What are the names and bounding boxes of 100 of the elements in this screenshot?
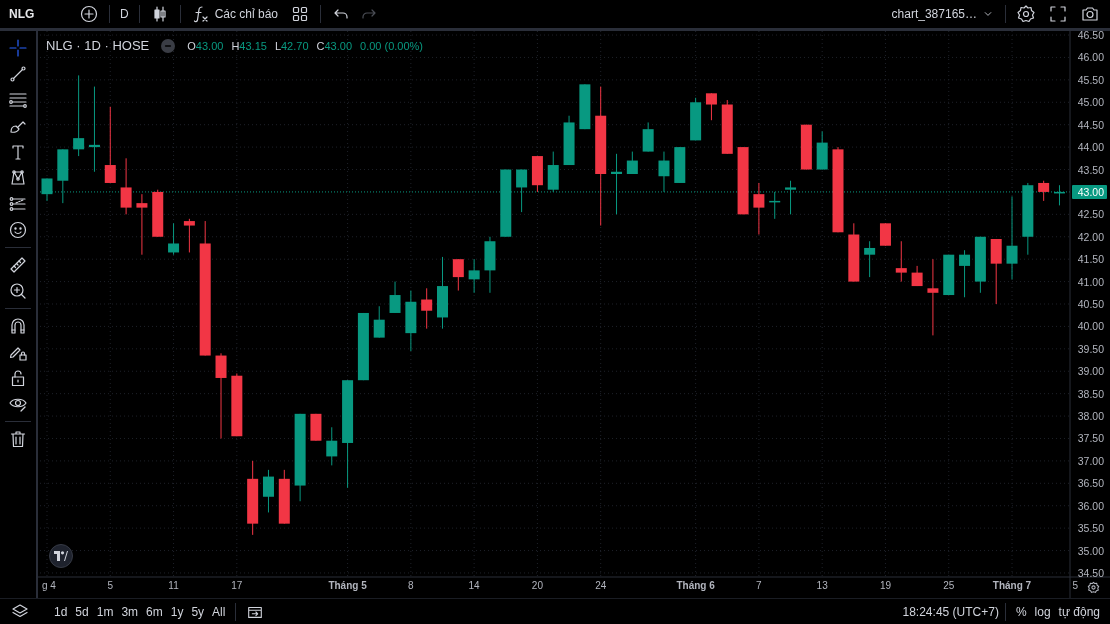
candlestick bbox=[57, 148, 69, 204]
candlestick bbox=[310, 413, 322, 442]
date-label: 20 bbox=[531, 580, 543, 591]
candlestick bbox=[895, 240, 907, 283]
candlestick bbox=[705, 92, 717, 121]
ohlc-field: O43.00 bbox=[187, 37, 224, 54]
range-button[interactable]: 3m bbox=[117, 602, 143, 621]
candlestick bbox=[879, 222, 891, 247]
candlestick bbox=[484, 236, 496, 294]
magnet-icon bbox=[8, 316, 28, 336]
price-label: 46.00 bbox=[1077, 51, 1104, 64]
candlestick bbox=[943, 254, 955, 296]
candlestick bbox=[911, 265, 923, 287]
range-button[interactable]: 5d bbox=[71, 602, 93, 621]
candlestick bbox=[168, 222, 180, 256]
pattern-icon bbox=[8, 168, 28, 188]
price-label: 42.00 bbox=[1077, 230, 1104, 243]
scale-option[interactable]: % bbox=[1011, 602, 1031, 621]
price-label: 39.50 bbox=[1077, 342, 1104, 355]
candlestick bbox=[231, 373, 243, 437]
price-label: 46.50 bbox=[1077, 31, 1104, 42]
ohlc-field: C43.00 bbox=[316, 37, 352, 54]
date-label: 24 bbox=[595, 580, 607, 591]
date-label: 11 bbox=[168, 580, 179, 591]
candlestick bbox=[41, 178, 53, 202]
ohlc-field: L42.70 bbox=[274, 37, 309, 54]
candlestick bbox=[152, 189, 164, 238]
camera-icon bbox=[1080, 4, 1100, 24]
price-label: 35.00 bbox=[1077, 544, 1104, 557]
range-button[interactable]: 1d bbox=[50, 602, 72, 621]
date-label: 25 bbox=[943, 580, 955, 591]
candlestick bbox=[848, 222, 860, 283]
candlestick bbox=[864, 240, 876, 278]
candlestick bbox=[626, 151, 638, 175]
price-label: 37.00 bbox=[1077, 454, 1104, 467]
candlestick bbox=[500, 169, 512, 238]
candlestick bbox=[658, 151, 670, 193]
range-button[interactable]: 1m bbox=[92, 602, 118, 621]
chart-title: NLG · 1D · HOSE bbox=[46, 37, 150, 55]
fullscreen-icon bbox=[1048, 4, 1068, 24]
ohlc-field: H43.15 bbox=[231, 37, 267, 54]
candlestick bbox=[1054, 184, 1065, 206]
range-button[interactable]: 6m bbox=[142, 602, 167, 621]
range-button[interactable]: 5y bbox=[187, 602, 209, 621]
date-label: 13 bbox=[816, 580, 828, 591]
candlestick bbox=[974, 236, 986, 294]
price-label: 45.50 bbox=[1077, 73, 1104, 86]
candlestick bbox=[421, 287, 433, 330]
layout-name-dropdown[interactable]: chart_387165… bbox=[887, 5, 999, 23]
price-label: 35.50 bbox=[1077, 522, 1104, 535]
price-label: 43.50 bbox=[1077, 163, 1104, 176]
candlestick bbox=[753, 182, 765, 235]
candlestick bbox=[357, 312, 369, 381]
price-label: 42.50 bbox=[1077, 208, 1104, 221]
ref-line-label: 43.00 bbox=[1077, 185, 1105, 198]
candlestick bbox=[263, 469, 274, 513]
price-label: 41.00 bbox=[1077, 275, 1104, 288]
candlestick bbox=[405, 290, 417, 352]
candlestick bbox=[959, 249, 971, 298]
price-label: 34.50 bbox=[1077, 566, 1104, 579]
range-button[interactable]: 1y bbox=[166, 602, 188, 621]
candlestick bbox=[516, 169, 528, 213]
price-label: 36.00 bbox=[1077, 499, 1104, 512]
date-label: 5 bbox=[1072, 580, 1079, 591]
date-label: g 4 bbox=[42, 580, 56, 591]
candlestick bbox=[563, 115, 575, 166]
price-label: 38.00 bbox=[1077, 410, 1104, 423]
candlestick bbox=[611, 153, 622, 215]
candlestick bbox=[990, 238, 1002, 305]
symbol-name[interactable]: NLG bbox=[9, 5, 75, 23]
interval-button[interactable]: D bbox=[116, 6, 133, 22]
candlestick bbox=[136, 193, 148, 256]
date-label: 14 bbox=[468, 580, 480, 591]
candlestick bbox=[690, 97, 702, 141]
clock-text[interactable]: 18:24:45 (UTC+7) bbox=[902, 602, 999, 621]
price-change: 0.00 (0.00%) bbox=[360, 38, 423, 54]
price-label: 40.50 bbox=[1077, 298, 1104, 310]
scale-option[interactable]: tự động bbox=[1054, 602, 1104, 621]
indicators-button[interactable]: Các chỉ báo bbox=[186, 2, 283, 26]
price-label: 40.00 bbox=[1077, 320, 1104, 333]
logo-badge[interactable] bbox=[49, 544, 73, 568]
candlestick bbox=[785, 180, 797, 215]
settings-icon bbox=[1016, 4, 1036, 24]
candlestick bbox=[120, 157, 132, 215]
smiley-icon bbox=[8, 220, 28, 240]
candlestick bbox=[579, 83, 591, 130]
price-label: 37.50 bbox=[1077, 432, 1104, 445]
scale-option[interactable]: log bbox=[1030, 602, 1055, 621]
date-label: Tháng 5 bbox=[328, 580, 367, 591]
price-label: 38.50 bbox=[1077, 387, 1104, 400]
date-label: Tháng 7 bbox=[992, 580, 1032, 591]
candlestick bbox=[531, 155, 543, 193]
date-label: 7 bbox=[756, 580, 762, 591]
crosshair-icon bbox=[8, 38, 28, 58]
candlestick bbox=[389, 281, 401, 314]
candlestick bbox=[737, 146, 749, 215]
date-label: 5 bbox=[107, 580, 114, 591]
settings-icon[interactable] bbox=[1087, 581, 1100, 593]
range-button[interactable]: All bbox=[208, 602, 230, 621]
last-price-tag: 43.00 bbox=[1072, 184, 1107, 199]
